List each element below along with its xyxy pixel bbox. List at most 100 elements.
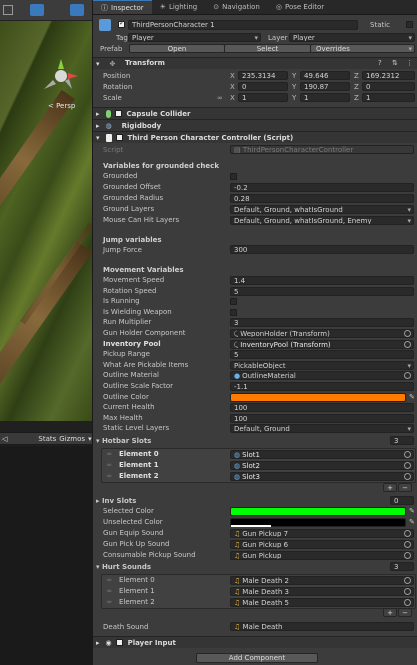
foldout-arrow-icon[interactable]: ▾ — [96, 134, 100, 142]
outline-scale-factor-field[interactable]: -1.1 — [230, 382, 414, 391]
foldout-arrow-icon[interactable]: ▸ — [96, 639, 100, 647]
scene-tool-icon[interactable] — [3, 5, 13, 15]
drag-handle-icon[interactable]: ═ — [107, 450, 111, 458]
rotation-y[interactable]: 190.87 — [300, 82, 350, 91]
drag-handle-icon[interactable]: ═ — [107, 461, 111, 469]
scale-y[interactable]: 1 — [300, 93, 350, 102]
scene-viewport[interactable]: < Persp — [0, 21, 92, 421]
hotbar-element-1-field[interactable]: ◍ Slot2 — [230, 461, 414, 470]
hurt-element-1-field[interactable]: ♫ Male Death 3 — [230, 587, 414, 596]
hotbar-element-0-field[interactable]: ◍ Slot1 — [230, 450, 414, 459]
object-name-field[interactable]: ThirdPersonCharacter 1 — [128, 20, 358, 30]
max-health-field[interactable]: 100 — [230, 414, 414, 423]
object-picker-icon[interactable] — [404, 541, 411, 548]
scale-z[interactable]: 1 — [362, 93, 415, 102]
tag-dropdown[interactable]: Player — [128, 33, 261, 42]
foldout-arrow-icon[interactable]: ▸ — [96, 110, 100, 118]
outline-color-field[interactable] — [230, 393, 406, 402]
selected-color-field[interactable] — [230, 507, 406, 516]
controller-enabled-checkbox[interactable] — [115, 134, 123, 141]
perspective-label[interactable]: < Persp — [48, 102, 75, 110]
select-prefab-button[interactable]: Select — [224, 44, 311, 53]
help-icon[interactable]: ? — [378, 59, 382, 67]
foldout-arrow-icon[interactable]: ▸ — [96, 122, 100, 130]
hurt-sounds-foldout[interactable]: ▾ Hurt Sounds — [96, 563, 151, 571]
link-icon[interactable]: ∞ — [217, 94, 223, 102]
object-picker-icon[interactable] — [404, 552, 411, 559]
static-level-layers-field[interactable]: Default, Ground — [230, 424, 414, 433]
add-component-button[interactable]: Add Component — [196, 653, 318, 663]
rotation-z[interactable]: 0 — [362, 82, 415, 91]
static-checkbox[interactable] — [406, 21, 413, 28]
object-picker-icon[interactable] — [404, 462, 411, 469]
run-multiplier-field[interactable]: 3 — [230, 318, 414, 327]
gizmo-toggle-icon[interactable] — [70, 4, 84, 16]
layer-dropdown[interactable]: Player — [289, 33, 415, 42]
player-input-enabled-checkbox[interactable] — [115, 639, 123, 646]
drag-handle-icon[interactable]: ═ — [107, 598, 111, 606]
inv-count-field[interactable]: 0 — [390, 496, 414, 505]
capsule-collider-header[interactable]: ▸ Capsule Collider — [93, 107, 417, 119]
object-picker-icon[interactable] — [404, 473, 411, 480]
open-prefab-button[interactable]: Open — [129, 44, 225, 53]
object-picker-icon[interactable] — [404, 577, 411, 584]
grounded-offset-field[interactable]: -0.2 — [230, 183, 414, 192]
overrides-dropdown[interactable]: Overrides — [310, 44, 415, 53]
inv-slots-foldout[interactable]: ▸ Inv Slots — [96, 497, 136, 505]
is-running-field[interactable] — [230, 298, 237, 305]
inventory-pool-field[interactable]: ⤹ InventoryPool (Transform) — [230, 340, 414, 349]
stats-button[interactable]: Stats — [38, 435, 56, 443]
ground-layers-field[interactable]: Default, Ground, whatIsGround — [230, 205, 414, 214]
audio-icon[interactable]: ◁ — [2, 435, 7, 443]
position-y[interactable]: 49.646 — [300, 71, 350, 80]
drag-handle-icon[interactable]: ═ — [107, 587, 111, 595]
what-are-pickable-items-field[interactable]: PickableObject — [230, 361, 414, 370]
mouse-can-hit-layers-field[interactable]: Default, Ground, whatIsGround, Enemy — [230, 216, 414, 225]
object-picker-icon[interactable] — [404, 451, 411, 458]
movement-speed-field[interactable]: 1.4 — [230, 276, 414, 285]
object-picker-icon[interactable] — [404, 530, 411, 537]
eyedropper-icon[interactable]: ✎ — [409, 507, 415, 515]
scale-x[interactable]: 1 — [238, 93, 288, 102]
gun-holder-component-field[interactable]: ⤹ WeponHolder (Transform) — [230, 329, 414, 338]
rotation-speed-field[interactable]: 5 — [230, 287, 414, 296]
hotbar-slots-foldout[interactable]: ▾ Hotbar Slots — [96, 437, 151, 445]
object-picker-icon[interactable] — [404, 330, 411, 337]
grounded-radius-field[interactable]: 0.28 — [230, 194, 414, 203]
capsule-enabled-checkbox[interactable] — [114, 110, 122, 117]
hurt-element-2-field[interactable]: ♫ Male Death 5 — [230, 598, 414, 607]
lighting-toggle-icon[interactable] — [30, 4, 44, 16]
death-sound-field[interactable]: ♫ Male Death — [230, 622, 414, 631]
gun-pick-up-sound-field[interactable]: ♫ Gun Pickup 6 — [230, 540, 414, 549]
rotation-x[interactable]: 0 — [238, 82, 288, 91]
player-input-header[interactable]: ▸ ◉ Player Input — [93, 636, 417, 648]
jump-force-field[interactable]: 300 — [230, 245, 414, 254]
object-picker-icon[interactable] — [404, 588, 411, 595]
rigidbody-header[interactable]: ▸ ◍ Rigidbody — [93, 119, 417, 131]
tab-pose-editor[interactable]: ◎ Pose Editor — [268, 0, 332, 14]
eyedropper-icon[interactable]: ✎ — [409, 518, 415, 526]
position-x[interactable]: 235.3134 — [238, 71, 288, 80]
grounded-field[interactable] — [230, 173, 237, 180]
eyedropper-icon[interactable]: ✎ — [409, 393, 415, 401]
tab-inspector[interactable]: ⓘ Inspector — [93, 0, 152, 14]
hurt-element-0-field[interactable]: ♫ Male Death 2 — [230, 576, 414, 585]
position-z[interactable]: 169.2312 — [362, 71, 415, 80]
hotbar-count-field[interactable]: 3 — [390, 436, 414, 445]
hotbar-add-button[interactable]: + — [383, 483, 397, 492]
controller-script-header[interactable]: ▾ Third Person Character Controller (Scr… — [93, 131, 417, 143]
current-health-field[interactable]: 100 — [230, 403, 414, 412]
hurt-remove-button[interactable]: − — [398, 608, 412, 617]
outline-material-field[interactable]: ● OutlineMaterial — [230, 371, 414, 380]
pickup-range-field[interactable]: 5 — [230, 350, 414, 359]
hotbar-remove-button[interactable]: − — [398, 483, 412, 492]
object-picker-icon[interactable] — [404, 372, 411, 379]
kebab-menu-icon[interactable]: ⋮ — [406, 59, 413, 67]
gizmos-button[interactable]: Gizmos — [59, 435, 85, 443]
tab-navigation[interactable]: ⊙ Navigation — [205, 0, 268, 14]
hurt-add-button[interactable]: + — [383, 608, 397, 617]
drag-handle-icon[interactable]: ═ — [107, 472, 111, 480]
orientation-gizmo-icon[interactable] — [44, 59, 78, 93]
object-picker-icon[interactable] — [404, 599, 411, 606]
gun-equip-sound-field[interactable]: ♫ Gun Pickup 7 — [230, 529, 414, 538]
